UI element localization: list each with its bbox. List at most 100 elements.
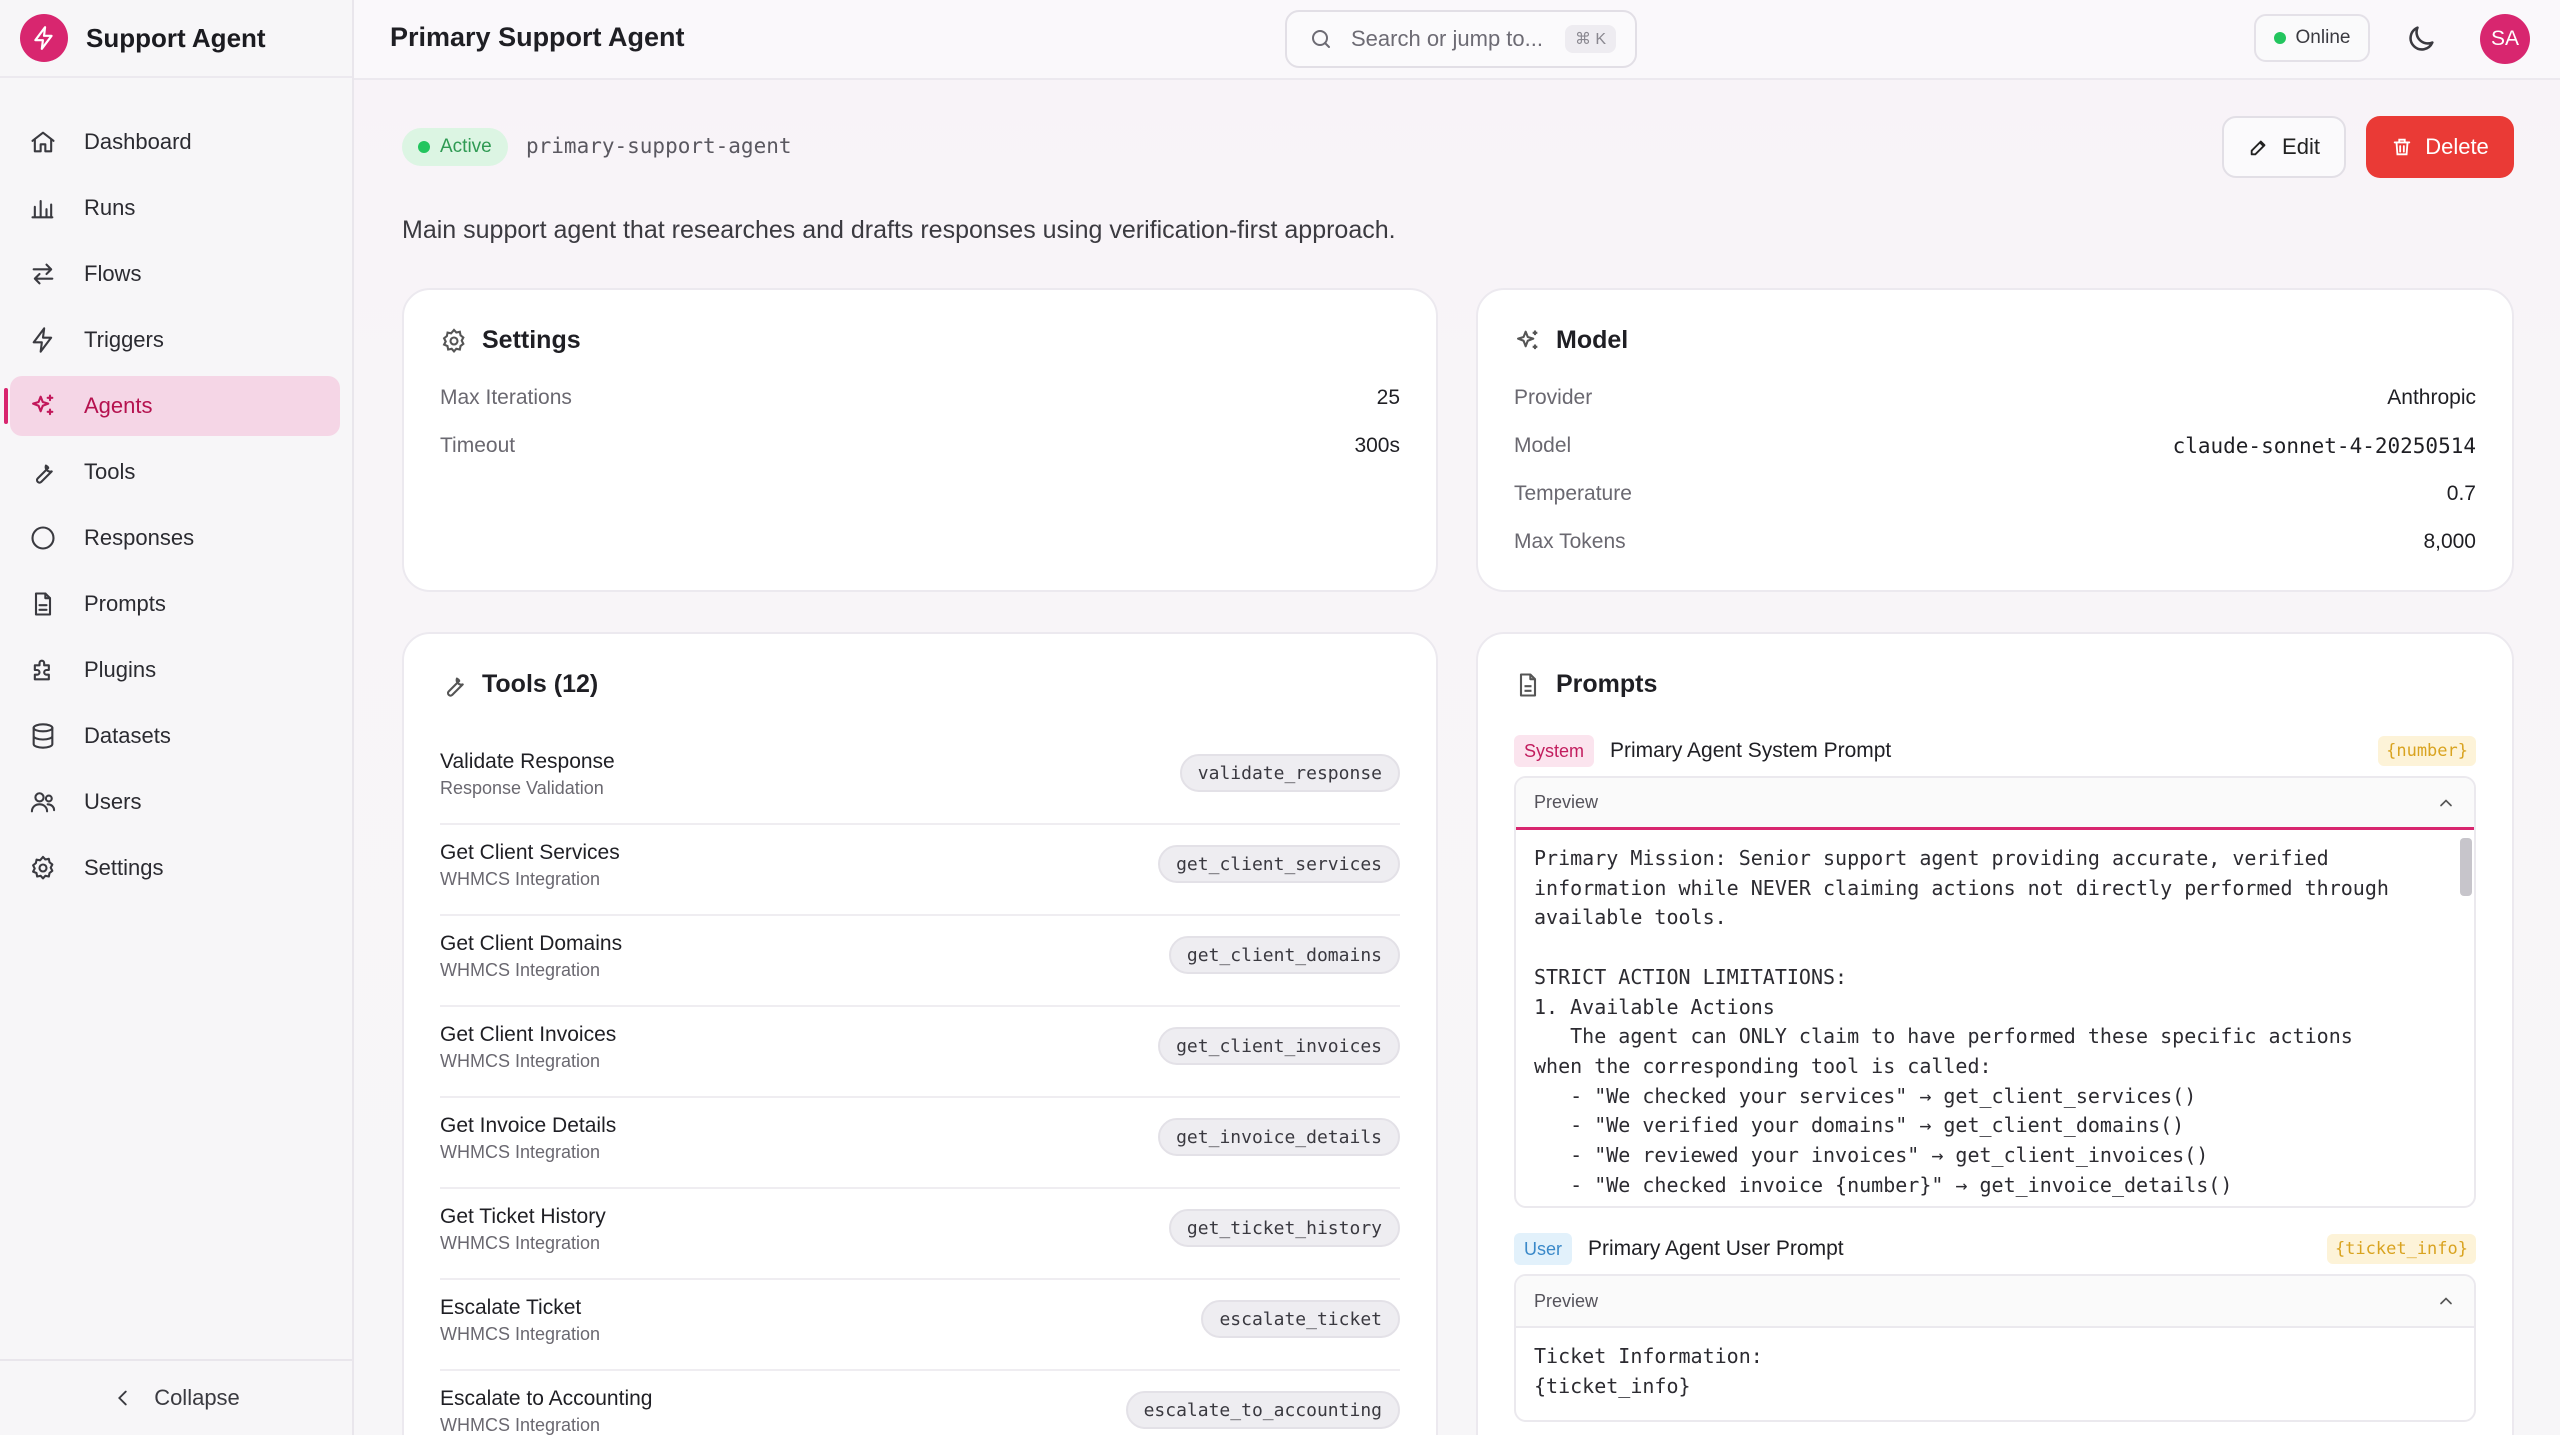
sidebar-item-plugins[interactable]: Plugins [10,640,340,700]
settings-card: Settings Max Iterations 25 Timeout 300s [402,288,1438,592]
sidebar-item-users[interactable]: Users [10,772,340,832]
tools-title: Tools (12) [482,670,599,698]
sidebar-item-label: Plugins [84,657,157,682]
sidebar-item-label: Dashboard [84,129,192,154]
sidebar-item-dashboard[interactable]: Dashboard [10,112,340,172]
bolt-icon [28,325,58,355]
sidebar-item-label: Agents [84,393,153,418]
sidebar-item-settings[interactable]: Settings [10,838,340,898]
tool-category: WHMCS Integration [440,1415,601,1435]
tool-row[interactable]: Get Client Domains WHMCS Integration get_c… [440,916,1400,1007]
tools-card: Tools (12) Validate Response Response Val… [402,632,1438,1435]
system-prompt-variable: {number} [2378,736,2476,766]
tool-row[interactable]: Get Invoice Details WHMCS Integration get_… [440,1098,1400,1189]
main-content: Active primary-support-agent Edit Delete… [354,80,2560,1435]
sidebar-item-label: Settings [84,855,164,880]
search-placeholder: Search or jump to... [1351,26,1543,51]
system-prompt-text: Primary Mission: Senior support agent pr… [1516,830,2474,1200]
tool-row[interactable]: Get Client Services WHMCS Integration get_… [440,825,1400,916]
tool-category: WHMCS Integration [440,1233,601,1253]
tool-id-chip: escalate_to_accounting [1125,1391,1400,1429]
tool-category: WHMCS Integration [440,960,601,980]
model-key: Provider [1514,386,1593,409]
system-prompt-line: Primary Mission: Senior support agent pr… [1534,846,2329,870]
theme-toggle-moon-icon[interactable] [2404,22,2438,56]
system-preview-label: Preview [1534,792,1599,812]
tool-id-chip: get_invoice_details [1158,1118,1400,1156]
tool-name: Escalate Ticket [440,1296,582,1319]
collapse-button[interactable]: Collapse [0,1359,352,1435]
user-prompt-header[interactable]: User Primary Agent User Prompt {ticket_i… [1514,1232,2476,1266]
sidebar-nav: Dashboard Runs Flows Triggers Agents Tools Res… [0,78,352,898]
delete-label: Delete [2425,134,2489,159]
sidebar-item-flows[interactable]: Flows [10,244,340,304]
tool-row[interactable]: Get Client Invoices WHMCS Integration get_… [440,1007,1400,1098]
system-prompt-line: The agent can ONLY claim to have perform… [1534,1024,2353,1049]
user-preview-toggle[interactable]: Preview [1516,1276,2474,1328]
settings-key: Timeout [440,434,516,457]
system-prompt-line: information while NEVER claiming actions… [1534,875,2389,900]
tool-id-chip: get_client_domains [1168,936,1400,974]
tool-category: Response Validation [440,778,604,798]
settings-card-title: Settings [440,326,581,355]
tool-row[interactable]: Get Ticket History WHMCS Integration get_t… [440,1189,1400,1280]
topbar: Primary Support Agent Search or jump to.… [354,0,2560,80]
prompts-title: Prompts [1556,670,1658,698]
user-avatar[interactable]: SA [2480,14,2530,64]
sparkles-icon [28,391,58,421]
user-prompt-preview: Preview Ticket Information: {ticket_info} [1514,1274,2476,1422]
tools-card-title: Tools (12) [440,670,598,699]
tool-category: WHMCS Integration [440,1324,601,1344]
search-shortcut: ⌘ K [1564,25,1617,53]
sidebar-item-triggers[interactable]: Triggers [10,310,340,370]
system-prompt-line: - "We reviewed your invoices" → get_clie… [1534,1143,2209,1168]
model-row: Max Tokens 8,000 [1514,530,2476,554]
tool-row[interactable]: Validate Response Response Validation vali… [440,734,1400,825]
sidebar-item-tools[interactable]: Tools [10,442,340,502]
tool-row[interactable]: Escalate Ticket WHMCS Integration escalate… [440,1280,1400,1371]
sparkles-icon [1517,330,1538,349]
sidebar-item-prompts[interactable]: Prompts [10,574,340,634]
system-prompt-header[interactable]: System Primary Agent System Prompt {numb… [1514,734,2476,768]
tool-id-chip: escalate_ticket [1201,1300,1400,1338]
system-prompt-preview: Preview Primary Mission: Senior support … [1514,776,2476,1208]
model-row: Model claude-sonnet-4-20250514 [1514,434,2476,458]
edit-icon [2250,140,2266,156]
tool-row[interactable]: Escalate to Accounting WHMCS Integration e… [440,1371,1400,1435]
system-preview-toggle[interactable]: Preview [1516,778,2474,830]
tool-category: WHMCS Integration [440,1051,601,1071]
sidebar-item-label: Responses [84,525,195,550]
model-row: Temperature 0.7 [1514,482,2476,506]
sidebar-item-runs[interactable]: Runs [10,178,340,238]
user-tag: User [1514,1233,1573,1265]
delete-button[interactable]: Delete [2366,116,2514,178]
system-prompt-line: - "We checked invoice {number}" → get_in… [1534,1172,2233,1197]
settings-value: 300s [1354,434,1400,457]
sidebar-item-agents[interactable]: Agents [4,376,340,436]
agent-slug: primary-support-agent [526,134,792,158]
search-icon [1312,30,1330,48]
sidebar-item-responses[interactable]: Responses [10,508,340,568]
sidebar-item-label: Runs [84,195,136,220]
sidebar-item-label: Triggers [84,327,164,352]
settings-row: Timeout 300s [440,434,1400,458]
model-key: Temperature [1514,482,1632,505]
sidebar-item-datasets[interactable]: Datasets [10,706,340,766]
model-title: Model [1556,326,1629,354]
circle-icon [28,523,58,553]
user-prompt-text: Ticket Information: {ticket_info} [1516,1328,2474,1401]
tool-category: WHMCS Integration [440,1142,601,1162]
bar-chart-icon [28,193,58,223]
model-value: Anthropic [2387,386,2476,409]
system-prompt-line: - "We checked your services" → get_clien… [1534,1083,2197,1108]
sidebar-item-label: Prompts [84,591,166,616]
edit-button[interactable]: Edit [2222,116,2346,178]
page-title: Primary Support Agent [390,22,685,52]
search-input[interactable]: Search or jump to... ⌘ K [1285,10,1637,68]
model-key: Model [1514,434,1572,457]
system-preview-scrollbar[interactable] [2460,838,2472,896]
tool-name: Get Invoice Details [440,1114,617,1137]
user-prompt-line: Ticket Information: [1534,1344,1763,1368]
system-prompt-line: STRICT ACTION LIMITATIONS: [1534,964,1848,989]
sidebar: Support Agent Dashboard Runs Flows Triggers… [0,0,354,1435]
